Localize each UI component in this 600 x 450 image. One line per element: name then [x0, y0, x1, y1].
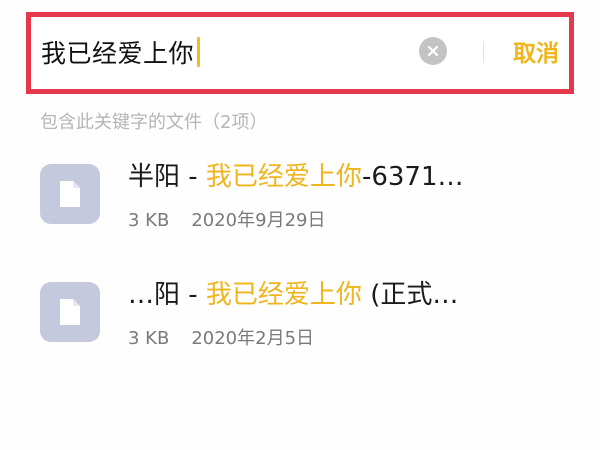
file-name-match: 我已经爱上你 [205, 162, 362, 192]
file-size: 3 KB [128, 328, 170, 349]
file-thumbnail [40, 282, 100, 342]
cancel-button[interactable]: 取消 [513, 34, 559, 68]
file-name-prefix: …阳 - [128, 280, 206, 310]
result-count-label: 包含此关键字的文件（2项） [40, 112, 268, 133]
file-name-prefix: 半阳 - [128, 162, 206, 192]
file-size: 3 KB [128, 210, 170, 231]
file-name-match: 我已经爱上你 [205, 280, 362, 310]
search-query-text: 我已经爱上你 [41, 39, 195, 68]
file-list-item[interactable]: 半阳 - 我已经爱上你-6371… 3 KB 2020年9月29日 [40, 156, 580, 236]
file-meta: 3 KB 2020年9月29日 [128, 206, 326, 232]
document-icon [60, 299, 80, 325]
document-icon [60, 181, 80, 207]
file-meta: 3 KB 2020年2月5日 [128, 324, 314, 350]
search-divider [483, 42, 484, 62]
search-bar: 我已经爱上你 取消 [26, 12, 574, 94]
text-cursor [197, 37, 201, 67]
file-name-suffix: -6371… [361, 162, 464, 192]
file-thumbnail [40, 164, 100, 224]
file-date: 2020年2月5日 [191, 328, 315, 349]
file-list-item[interactable]: …阳 - 我已经爱上你 (正式… 3 KB 2020年2月5日 [40, 274, 580, 354]
search-input[interactable]: 我已经爱上你 [41, 31, 201, 73]
file-name: …阳 - 我已经爱上你 (正式… [128, 274, 458, 311]
file-name-suffix: (正式… [361, 280, 459, 310]
clear-search-button[interactable] [419, 37, 447, 65]
file-name: 半阳 - 我已经爱上你-6371… [128, 156, 464, 193]
close-icon [427, 45, 439, 57]
search-results-screen: 我已经爱上你 取消 包含此关键字的文件（2项） 半阳 - 我已经爱上你-6371… [0, 0, 600, 450]
file-date: 2020年9月29日 [191, 210, 326, 231]
